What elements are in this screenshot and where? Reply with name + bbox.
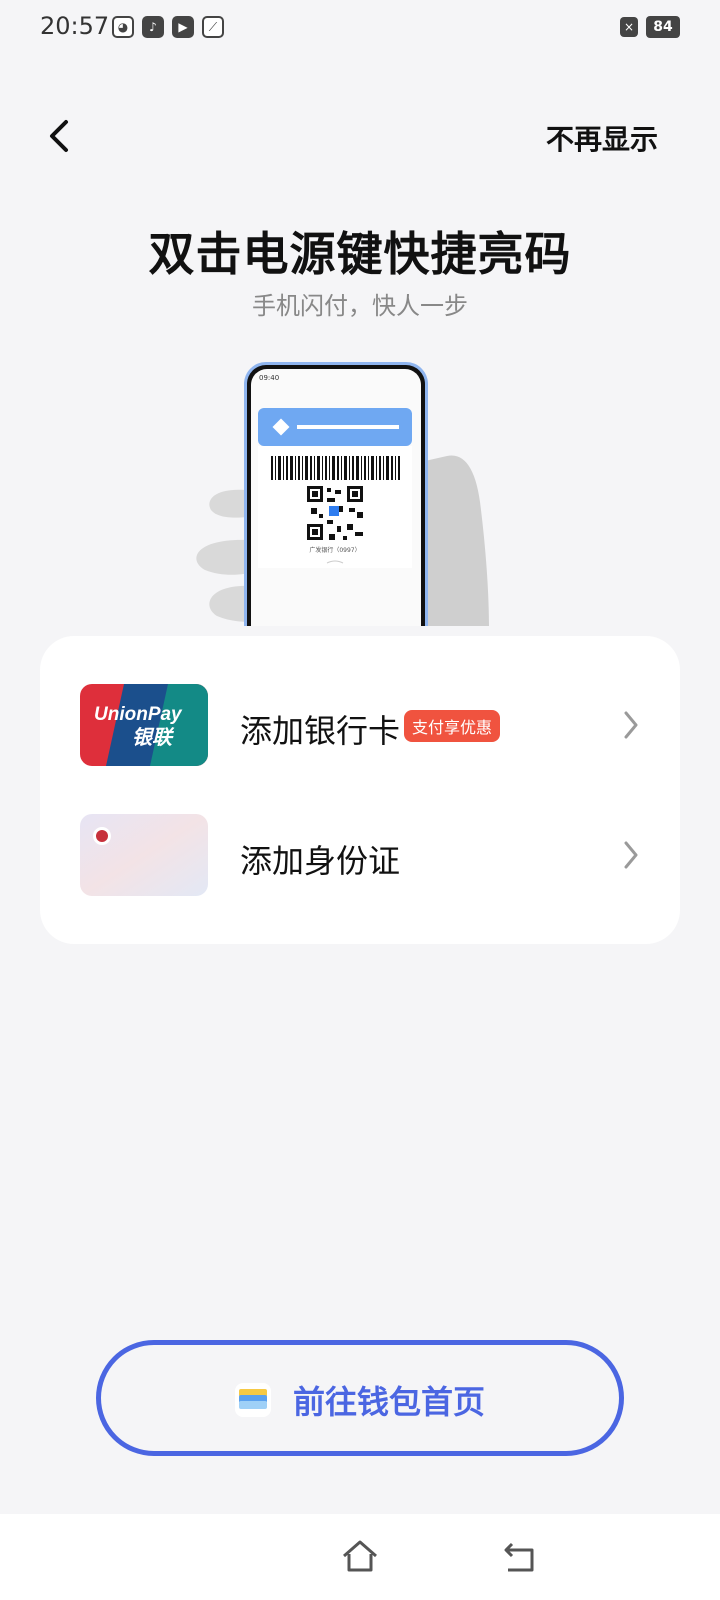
phone-in-hand-illustration: 09:40 广发银行（0997） xyxy=(185,360,515,626)
go-to-wallet-label: 前往钱包首页 xyxy=(293,1383,486,1421)
page-subtitle: 手机闪付，快人一步 xyxy=(252,292,468,320)
chevron-right-icon xyxy=(624,841,638,869)
status-time: 20:57 xyxy=(40,12,110,40)
wallet-icon xyxy=(235,1383,271,1417)
notification-icons: ◕ ♪ ▶ ⟋ xyxy=(112,16,224,38)
system-nav-bar xyxy=(0,1514,720,1600)
status-bar: 20:57 ◕ ♪ ▶ ⟋ × 84 xyxy=(0,0,720,56)
battery-indicator: 84 xyxy=(646,16,680,38)
cat-app-icon: ◕ xyxy=(112,16,134,38)
add-id-card-row[interactable]: 添加身份证 xyxy=(40,800,680,910)
leaf-app-icon: ⟋ xyxy=(202,16,224,38)
mockup-bank-caption: 广发银行（0997） xyxy=(309,546,360,554)
add-card-panel: UnionPay 银联 添加银行卡 支付享优惠 添加身份证 xyxy=(40,636,680,944)
svg-text:UnionPay: UnionPay xyxy=(94,704,183,725)
add-bank-card-label: 添加银行卡 xyxy=(240,712,401,750)
home-icon[interactable] xyxy=(340,1536,380,1576)
add-id-card-label: 添加身份证 xyxy=(240,842,401,880)
page-title: 双击电源键快捷亮码 xyxy=(148,227,572,281)
dont-show-again-button[interactable]: 不再显示 xyxy=(546,118,658,158)
mockup-clock: 09:40 xyxy=(259,374,279,382)
promo-badge: 支付享优惠 xyxy=(404,710,501,742)
back-nav-icon[interactable] xyxy=(500,1536,540,1576)
add-bank-card-row[interactable]: UnionPay 银联 添加银行卡 支付享优惠 xyxy=(40,670,680,780)
back-button[interactable] xyxy=(40,114,84,158)
unionpay-card-thumbnail: UnionPay 银联 xyxy=(80,684,208,766)
chevron-right-icon xyxy=(624,711,638,739)
chevron-left-icon xyxy=(50,120,68,152)
go-to-wallet-button[interactable]: 前往钱包首页 xyxy=(96,1340,624,1456)
svg-text:银联: 银联 xyxy=(132,725,175,749)
id-card-thumbnail xyxy=(80,814,208,896)
video-app-icon: ▶ xyxy=(172,16,194,38)
status-right: × 84 xyxy=(620,16,680,38)
close-notification-icon: × xyxy=(620,17,638,37)
tiktok-icon: ♪ xyxy=(142,16,164,38)
